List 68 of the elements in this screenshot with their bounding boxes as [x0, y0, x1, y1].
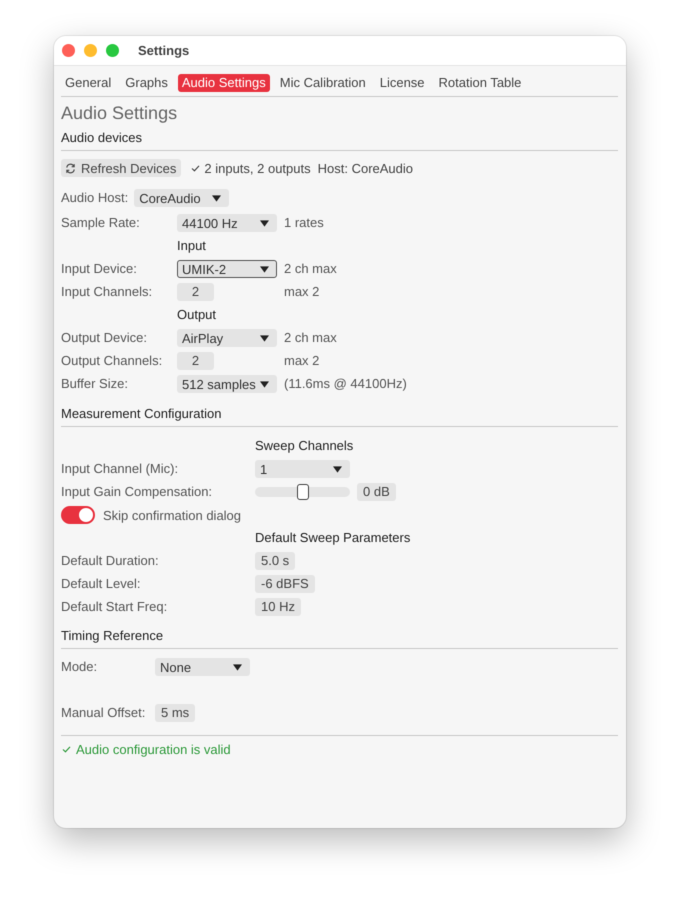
caret-icon — [233, 664, 242, 670]
dropdown[interactable]: 44100 Hz — [177, 214, 277, 232]
caret-icon — [260, 334, 269, 342]
tab[interactable]: License — [376, 74, 429, 92]
section-heading: Timing Reference — [61, 627, 618, 649]
section-heading: Audio devices — [61, 129, 618, 151]
maximize-button[interactable] — [106, 44, 119, 57]
field-label: Input Device: — [61, 260, 138, 278]
tab[interactable]: Graphs — [121, 74, 172, 92]
field-label: Buffer Size: — [61, 375, 129, 393]
refresh-icon — [65, 162, 76, 174]
field-note: (11.6ms @ 44100Hz) — [284, 375, 408, 393]
subheading: Default Sweep Parameters — [255, 529, 412, 547]
tab[interactable]: Rotation Table — [434, 74, 526, 92]
field-note: max 2 — [284, 283, 320, 301]
reading-field: 0 dB — [357, 483, 396, 501]
field-note: 2 ch max — [284, 260, 338, 278]
dropdown[interactable]: 1 — [255, 460, 350, 478]
value-field[interactable]: 5.0 s — [255, 552, 296, 570]
field-label: Sample Rate: — [61, 214, 141, 232]
field-label: Default Start Freq: — [61, 598, 168, 616]
caret-icon — [212, 194, 222, 202]
value-field[interactable]: -6 dBFS — [255, 575, 315, 593]
dropdown[interactable]: AirPlay — [177, 329, 277, 347]
spin-box[interactable]: 2 — [177, 352, 214, 370]
status-message: Audio configuration is valid — [76, 742, 231, 756]
subheading: Output — [177, 306, 218, 324]
value-field[interactable]: 5 ms — [155, 704, 196, 722]
field-label: Default Duration: — [61, 552, 160, 570]
slider-thumb[interactable] — [296, 484, 308, 500]
field-label: Mode: — [61, 658, 98, 676]
spin-box[interactable]: 2 — [177, 283, 214, 301]
dropdown[interactable]: None — [155, 658, 250, 676]
dropdown[interactable]: 512 samples — [177, 375, 277, 393]
slider-track[interactable] — [255, 487, 350, 497]
section-heading: Measurement Configuration — [61, 405, 618, 427]
check-icon — [191, 164, 200, 172]
field-note: 2 ch max — [284, 329, 338, 347]
field-label: Default Level: — [61, 575, 142, 593]
field-label: Audio Host: — [61, 189, 128, 207]
tab[interactable]: Audio Settings — [178, 74, 270, 92]
caret-icon — [260, 220, 269, 226]
field-label: Output Device: — [61, 329, 148, 347]
field-label: Output Channels: — [61, 352, 164, 370]
caret-icon — [260, 380, 269, 388]
field-label: Manual Offset: — [61, 704, 146, 722]
device-summary: 2 inputs, 2 outputs — [204, 160, 311, 176]
toggle-label: Skip confirmation dialog — [103, 508, 242, 522]
field-label: Input Gain Compensation: — [61, 483, 214, 501]
toggle-switch[interactable] — [61, 506, 95, 524]
caret-icon — [260, 266, 269, 272]
tab[interactable]: Mic Calibration — [276, 74, 370, 92]
field-label: Input Channels: — [61, 283, 154, 301]
subheading: Sweep Channels — [255, 437, 354, 455]
field-note: max 2 — [284, 352, 320, 370]
caret-icon — [333, 466, 342, 472]
field-note: 1 rates — [284, 214, 325, 232]
tab[interactable]: General — [61, 74, 116, 92]
field-label: Input Channel (Mic): — [61, 460, 180, 478]
host-summary: Host: CoreAudio — [318, 160, 414, 176]
window-title: Settings — [138, 43, 190, 58]
subheading: Input — [177, 237, 207, 255]
dropdown[interactable]: UMIK-2 — [177, 260, 277, 278]
refresh-devices-button[interactable]: Refresh Devices — [61, 159, 182, 177]
page-title: Audio Settings — [61, 102, 178, 124]
value-field[interactable]: 10 Hz — [255, 598, 301, 616]
audio-host-dropdown[interactable]: CoreAudio — [134, 189, 230, 207]
close-button[interactable] — [62, 44, 75, 57]
